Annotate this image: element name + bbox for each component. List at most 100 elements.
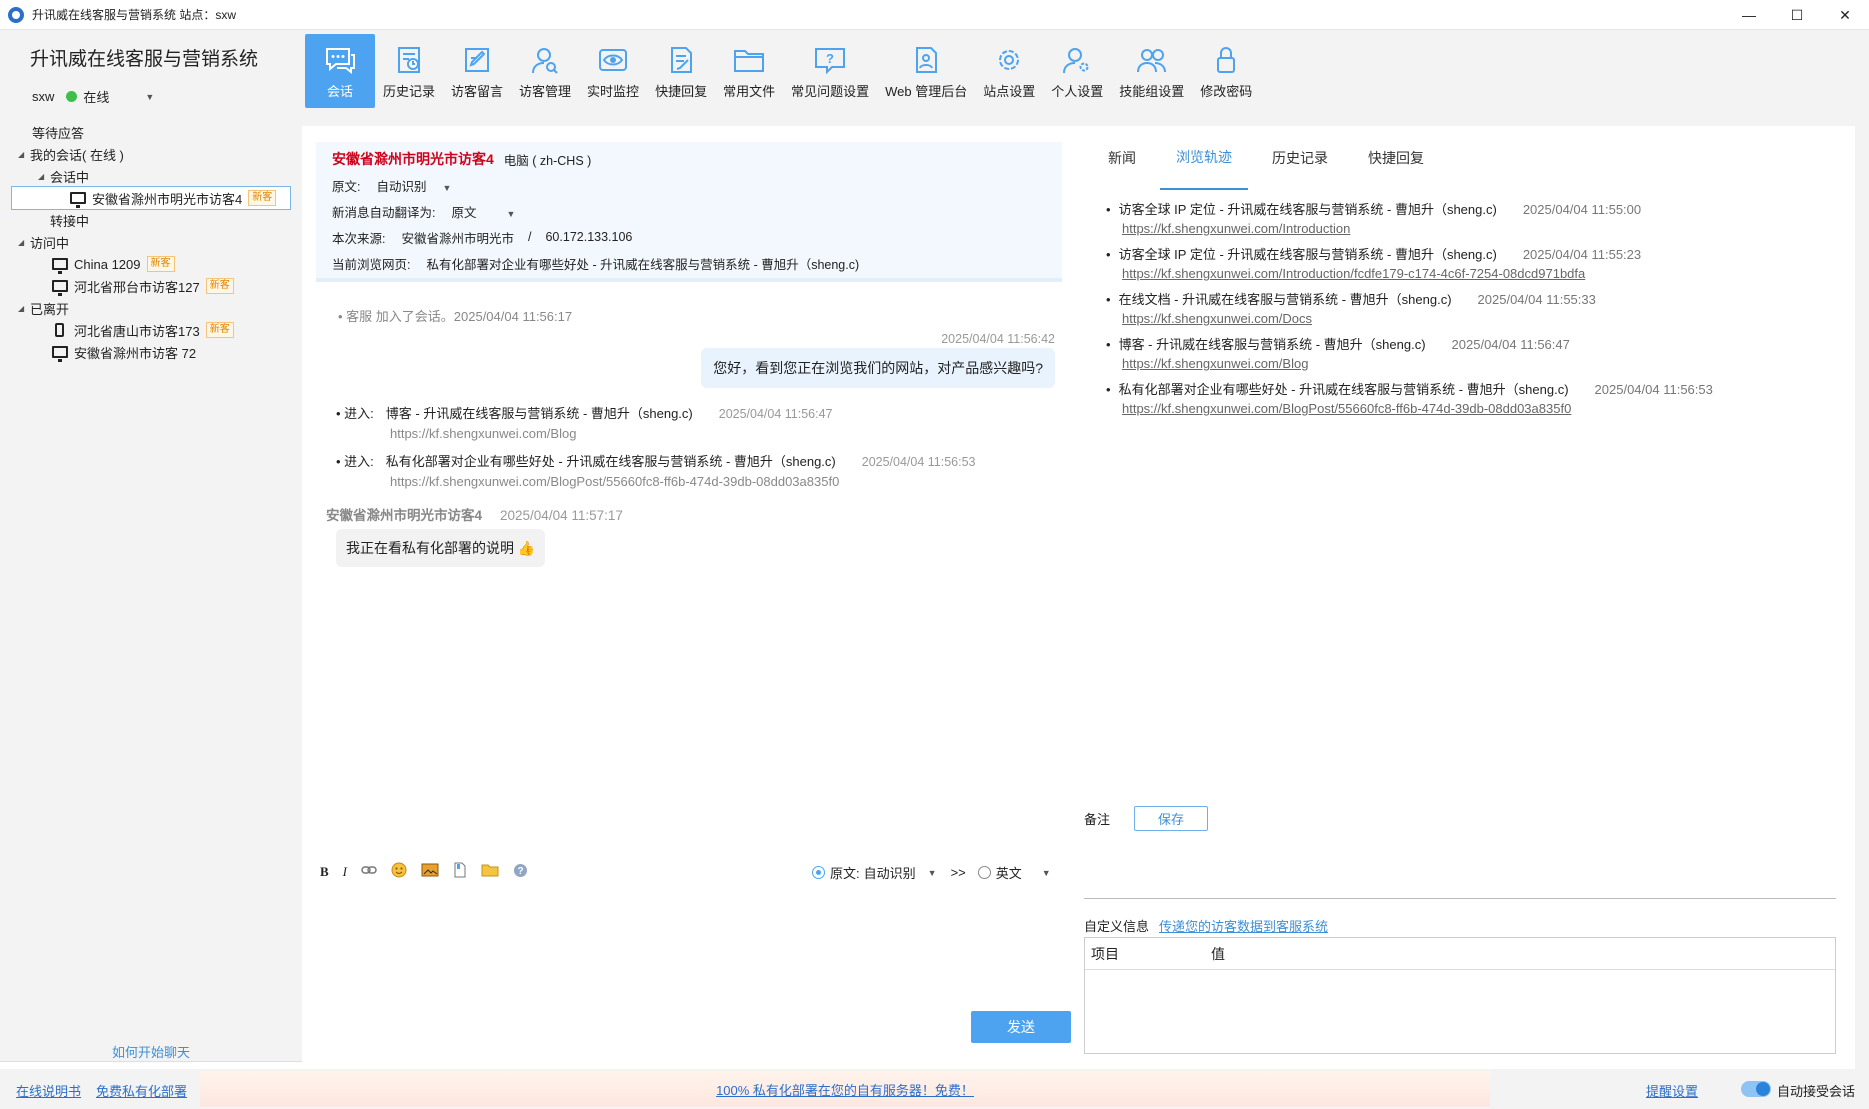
tree-label: 等待应答 — [32, 125, 85, 141]
howto-link[interactable]: 如何开始聊天 — [0, 1042, 302, 1061]
visitor-item[interactable]: 河北省邢台市访客127 新客 — [52, 274, 234, 298]
session-item-active[interactable]: 安徽省滁州市明光市访客4 新客 — [11, 186, 291, 210]
expand-arrow-icon[interactable]: ◢ — [18, 238, 30, 247]
tab-quick-reply[interactable]: 快捷回复 — [1368, 126, 1424, 190]
auto-accept-toggle[interactable] — [1741, 1081, 1771, 1097]
editor-toolbar: B I ? — [320, 862, 542, 881]
trail-time: 2025/04/04 11:56:47 — [1451, 337, 1570, 352]
tree-waiting[interactable]: 等待应答 — [32, 120, 84, 144]
toolbar-group-button[interactable]: 技能组设置 — [1111, 34, 1192, 108]
chevron-down-icon[interactable]: ▼ — [928, 868, 937, 878]
trail-time: 2025/04/04 11:55:00 — [1522, 202, 1642, 217]
tree-in-session[interactable]: ◢ 会话中 — [38, 164, 89, 188]
chevron-down-icon[interactable]: ▼ — [145, 92, 154, 102]
promo-link[interactable]: 100% 私有化部署在您的自有服务器！免费！ — [716, 1080, 974, 1099]
svg-text:?: ? — [517, 866, 523, 877]
bold-button[interactable]: B — [320, 864, 329, 880]
free-deploy-link[interactable]: 免费私有化部署 — [96, 1081, 187, 1100]
minimize-button[interactable]: — — [1725, 0, 1773, 30]
trail-url-link[interactable]: https://kf.shengxunwei.com/Blog — [1106, 354, 1570, 373]
toolbar-files-button[interactable]: 常用文件 — [715, 34, 783, 108]
entry-title: 博客 - 升讯威在线客服与营销系统 - 曹旭升（sheng.c) — [385, 406, 693, 421]
message-edit-icon — [465, 48, 490, 72]
toolbar-monitor-button[interactable]: 实时监控 — [579, 34, 647, 108]
orig-label: 原文: — [830, 866, 860, 881]
link-icon[interactable] — [361, 864, 377, 879]
tree-label: 转接中 — [50, 213, 90, 229]
send-button[interactable]: 发送 — [971, 1011, 1071, 1043]
image-icon[interactable] — [421, 863, 439, 880]
translate-select[interactable]: 原文 ▼ — [451, 202, 515, 221]
visitor-item[interactable]: 安徽省滁州市访客 72 — [52, 340, 196, 364]
expand-arrow-icon[interactable]: ◢ — [38, 172, 50, 181]
visitor-item[interactable]: China 1209 新客 — [52, 252, 175, 276]
source-lang-radio[interactable] — [812, 866, 825, 879]
toolbar-message-button[interactable]: 访客留言 — [443, 34, 511, 108]
save-note-button[interactable]: 保存 — [1134, 806, 1209, 831]
target-lang-radio[interactable] — [977, 866, 991, 879]
tree-left-group[interactable]: ◢ 已离开 — [18, 296, 69, 320]
visitor-item[interactable]: 河北省唐山市访客173 新客 — [52, 318, 234, 342]
expand-arrow-icon[interactable]: ◢ — [18, 304, 30, 313]
side-tabs: 新闻 浏览轨迹 历史记录 快捷回复 — [1078, 126, 1464, 190]
toolbar-label: 个人设置 — [1051, 84, 1104, 99]
manual-link[interactable]: 在线说明书 — [16, 1081, 81, 1100]
tab-history[interactable]: 历史记录 — [1272, 126, 1328, 190]
custom-info-label: 自定义信息 — [1084, 919, 1150, 934]
chevron-down-icon[interactable]: ▼ — [1042, 868, 1051, 878]
orig-lang-select[interactable]: 自动识别 ▼ — [376, 176, 451, 195]
entry-time: 2025/04/04 11:56:47 — [718, 407, 833, 421]
agent-name: sxw — [32, 89, 55, 104]
message-input[interactable] — [316, 886, 1064, 1002]
new-visitor-badge: 新客 — [205, 278, 234, 294]
toolbar-password-button[interactable]: 修改密码 — [1192, 34, 1260, 108]
orig-lang-value[interactable]: 自动识别 — [864, 863, 916, 882]
emoji-icon[interactable] — [391, 862, 407, 881]
tree-label: 会话中 — [50, 169, 90, 185]
trail-url-link[interactable]: https://kf.shengxunwei.com/BlogPost/5566… — [1106, 399, 1713, 418]
entry-url: https://kf.shengxunwei.com/Blog — [390, 426, 577, 441]
entry-time: 2025/04/04 11:56:53 — [861, 455, 976, 469]
toolbar-history-button[interactable]: 历史记录 — [375, 34, 443, 108]
title-bar: 升讯威在线客服与营销系统 站点：sxw — ☐ ✕ — [0, 0, 1869, 30]
trail-url-link[interactable]: https://kf.shengxunwei.com/Introduction — [1106, 219, 1641, 238]
expand-arrow-icon[interactable]: ◢ — [18, 150, 30, 159]
trail-time: 2025/04/04 11:55:23 — [1522, 247, 1642, 262]
chevron-down-icon: ▼ — [442, 182, 452, 193]
toolbar-quick-reply-button[interactable]: 快捷回复 — [647, 34, 715, 108]
toolbar-site-settings-button[interactable]: 站点设置 — [975, 34, 1043, 108]
italic-button[interactable]: I — [343, 864, 347, 880]
tree-label: 已离开 — [30, 301, 70, 317]
trail-title: 博客 - 升讯威在线客服与营销系统 - 曹旭升（sheng.c) — [1118, 337, 1426, 352]
visitor-name: 安徽省滁州市访客 72 — [74, 345, 197, 361]
eye-icon — [599, 49, 628, 71]
toolbar-chat-button[interactable]: 会话 — [305, 34, 375, 108]
source-separator: / — [528, 230, 532, 244]
maximize-button[interactable]: ☐ — [1773, 0, 1821, 30]
file-icon[interactable] — [453, 862, 467, 881]
tree-visiting[interactable]: ◢ 访问中 — [18, 230, 69, 254]
tab-news[interactable]: 新闻 — [1108, 126, 1136, 190]
tree-transferring[interactable]: 转接中 — [50, 208, 89, 232]
toolbar-label: 实时监控 — [587, 84, 640, 99]
toolbar-label: 访客管理 — [519, 84, 572, 99]
close-button[interactable]: ✕ — [1821, 0, 1869, 30]
tab-browse-trail[interactable]: 浏览轨迹 — [1160, 126, 1248, 190]
folder-icon[interactable] — [481, 863, 499, 880]
toolbar-user-settings-button[interactable]: 个人设置 — [1043, 34, 1111, 108]
help-icon[interactable]: ? — [513, 863, 528, 881]
message-time: 2025/04/04 11:57:17 — [500, 508, 623, 523]
trail-url-link[interactable]: https://kf.shengxunwei.com/Introduction/… — [1106, 264, 1641, 283]
toolbar-web-admin-button[interactable]: Web 管理后台 — [877, 34, 975, 108]
toolbar-visitor-button[interactable]: 访客管理 — [511, 34, 579, 108]
note-label: 备注 — [1084, 812, 1111, 827]
custom-info-link[interactable]: 传递您的访客数据到客服系统 — [1159, 919, 1328, 934]
source-location: 安徽省滁州市明光市 — [401, 231, 514, 246]
note-input[interactable] — [1084, 838, 1836, 896]
remind-settings-link[interactable]: 提醒设置 — [1646, 1081, 1698, 1100]
trail-url-link[interactable]: https://kf.shengxunwei.com/Docs — [1106, 309, 1596, 328]
toolbar-faq-button[interactable]: ? 常见问题设置 — [783, 34, 877, 108]
tree-my-sessions[interactable]: ◢ 我的会话( 在线 ) — [18, 142, 124, 166]
target-lang-value[interactable]: 英文 — [996, 863, 1022, 882]
agent-status[interactable]: sxw 在线 ▼ — [32, 87, 154, 106]
